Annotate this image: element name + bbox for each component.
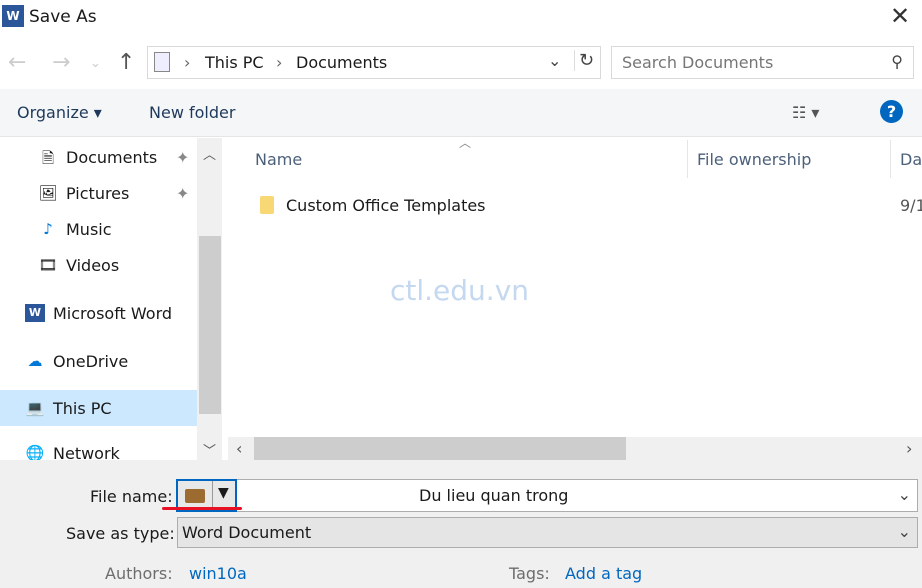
sidebar-item-pictures[interactable]: 🖼 Pictures ✦	[0, 175, 197, 211]
sidebar-item-label: This PC	[53, 398, 112, 418]
word-icon: W	[2, 5, 24, 27]
sidebar-item-network[interactable]: 🌐 Network	[0, 438, 197, 460]
up-button[interactable]: ↑	[117, 50, 135, 75]
sidebar-item-label: Videos	[66, 255, 120, 275]
dropdown-arrow-icon[interactable]: ▼	[218, 485, 229, 501]
chevron-down-icon: ⌄	[897, 522, 911, 541]
scroll-left-icon[interactable]: ‹	[236, 439, 242, 458]
column-file-ownership[interactable]: File ownership	[697, 150, 811, 169]
sidebar-item-label: Pictures	[66, 183, 130, 203]
sidebar-scroll-thumb[interactable]	[199, 236, 221, 414]
column-date[interactable]: Da	[900, 150, 922, 169]
sidebar-item-documents[interactable]: 🗎 Documents ✦	[0, 139, 197, 175]
sidebar-item-label: Microsoft Word	[53, 303, 173, 323]
folder-icon	[260, 196, 274, 214]
column-name[interactable]: Name	[255, 150, 302, 169]
help-button[interactable]: ?	[880, 100, 903, 123]
window-title: Save As	[29, 7, 97, 27]
sidebar-item-this-pc[interactable]: 💻 This PC	[0, 390, 197, 426]
music-icon: ♪	[43, 220, 53, 238]
refresh-button[interactable]: ↻	[574, 50, 594, 71]
toolbar	[0, 89, 922, 137]
breadcrumb-this-pc[interactable]: This PC	[205, 53, 264, 72]
scroll-up-icon[interactable]: ︿	[203, 144, 216, 163]
red-underline-annotation	[162, 507, 242, 510]
close-button[interactable]: ✕	[890, 2, 910, 30]
word-icon: W	[25, 304, 45, 322]
sidebar-item-onedrive[interactable]: ☁ OneDrive	[0, 343, 197, 379]
sidebar-item-label: Network	[53, 444, 120, 460]
back-button[interactable]: ←	[8, 50, 26, 75]
recent-dropdown[interactable]: ⌄	[90, 56, 101, 71]
scroll-right-icon[interactable]: ›	[906, 439, 912, 458]
file-name: Custom Office Templates	[286, 196, 486, 215]
videos-icon: 🎞	[38, 256, 58, 274]
file-date: 9/1	[900, 196, 922, 215]
tags-label: Tags:	[509, 564, 550, 583]
sidebar-item-videos[interactable]: 🎞 Videos	[0, 247, 197, 283]
save-as-type-label: Save as type:	[66, 524, 175, 543]
save-as-type-value: Word Document	[182, 523, 312, 542]
horizontal-scroll-thumb[interactable]	[254, 437, 626, 460]
computer-icon: 💻	[25, 399, 45, 417]
view-options-button[interactable]: ☷ ▾	[792, 103, 819, 122]
onedrive-icon: ☁	[27, 352, 43, 370]
scroll-down-icon[interactable]: ﹀	[203, 440, 216, 459]
add-tag-link[interactable]: Add a tag	[565, 564, 642, 583]
network-icon: 🌐	[25, 444, 45, 460]
breadcrumb-documents[interactable]: Documents	[296, 53, 387, 72]
file-row[interactable]: Custom Office Templates 9/1	[228, 188, 922, 222]
forward-button[interactable]: →	[52, 50, 70, 75]
authors-value[interactable]: win10a	[189, 564, 247, 583]
pin-icon[interactable]: ✦	[176, 184, 189, 203]
sidebar-item-label: Documents	[66, 147, 158, 167]
watermark: ctl.edu.vn	[390, 274, 530, 307]
save-as-type-select[interactable]: Word Document ⌄	[177, 517, 918, 548]
sidebar-item-label: Music	[66, 219, 112, 239]
column-divider	[687, 140, 688, 178]
sort-ascending-icon: ︿	[459, 136, 472, 150]
chevron-icon: ›	[184, 53, 191, 72]
sidebar-item-label: OneDrive	[53, 351, 129, 371]
column-divider	[890, 140, 891, 178]
chevron-icon: ›	[276, 53, 283, 72]
search-input[interactable]: Search Documents ⚲	[611, 46, 914, 79]
file-name-input[interactable]: Du lieu quan trong ⌄	[176, 479, 918, 512]
search-icon: ⚲	[891, 52, 903, 71]
search-placeholder: Search Documents	[622, 53, 774, 72]
pin-icon[interactable]: ✦	[176, 148, 189, 167]
file-name-label: File name:	[90, 487, 173, 506]
sidebar-item-music[interactable]: ♪ Music	[0, 211, 197, 247]
briefcase-icon	[185, 489, 205, 503]
pictures-icon: 🖼	[38, 184, 58, 202]
chevron-down-icon[interactable]: ⌄	[548, 51, 561, 70]
sidebar-item-microsoft-word[interactable]: W Microsoft Word	[0, 295, 197, 331]
documents-icon: 🗎	[41, 149, 55, 167]
documents-icon	[154, 52, 170, 72]
organize-label: Organize	[17, 103, 89, 122]
address-bar[interactable]: › This PC › Documents ⌄ ↻	[147, 46, 601, 79]
organize-button[interactable]: Organize ▾	[17, 103, 102, 122]
file-name-value: Du lieu quan trong	[419, 486, 569, 505]
authors-label: Authors:	[105, 564, 173, 583]
new-folder-button[interactable]: New folder	[149, 103, 235, 122]
chevron-down-icon[interactable]: ⌄	[898, 485, 911, 504]
divider	[212, 481, 213, 510]
